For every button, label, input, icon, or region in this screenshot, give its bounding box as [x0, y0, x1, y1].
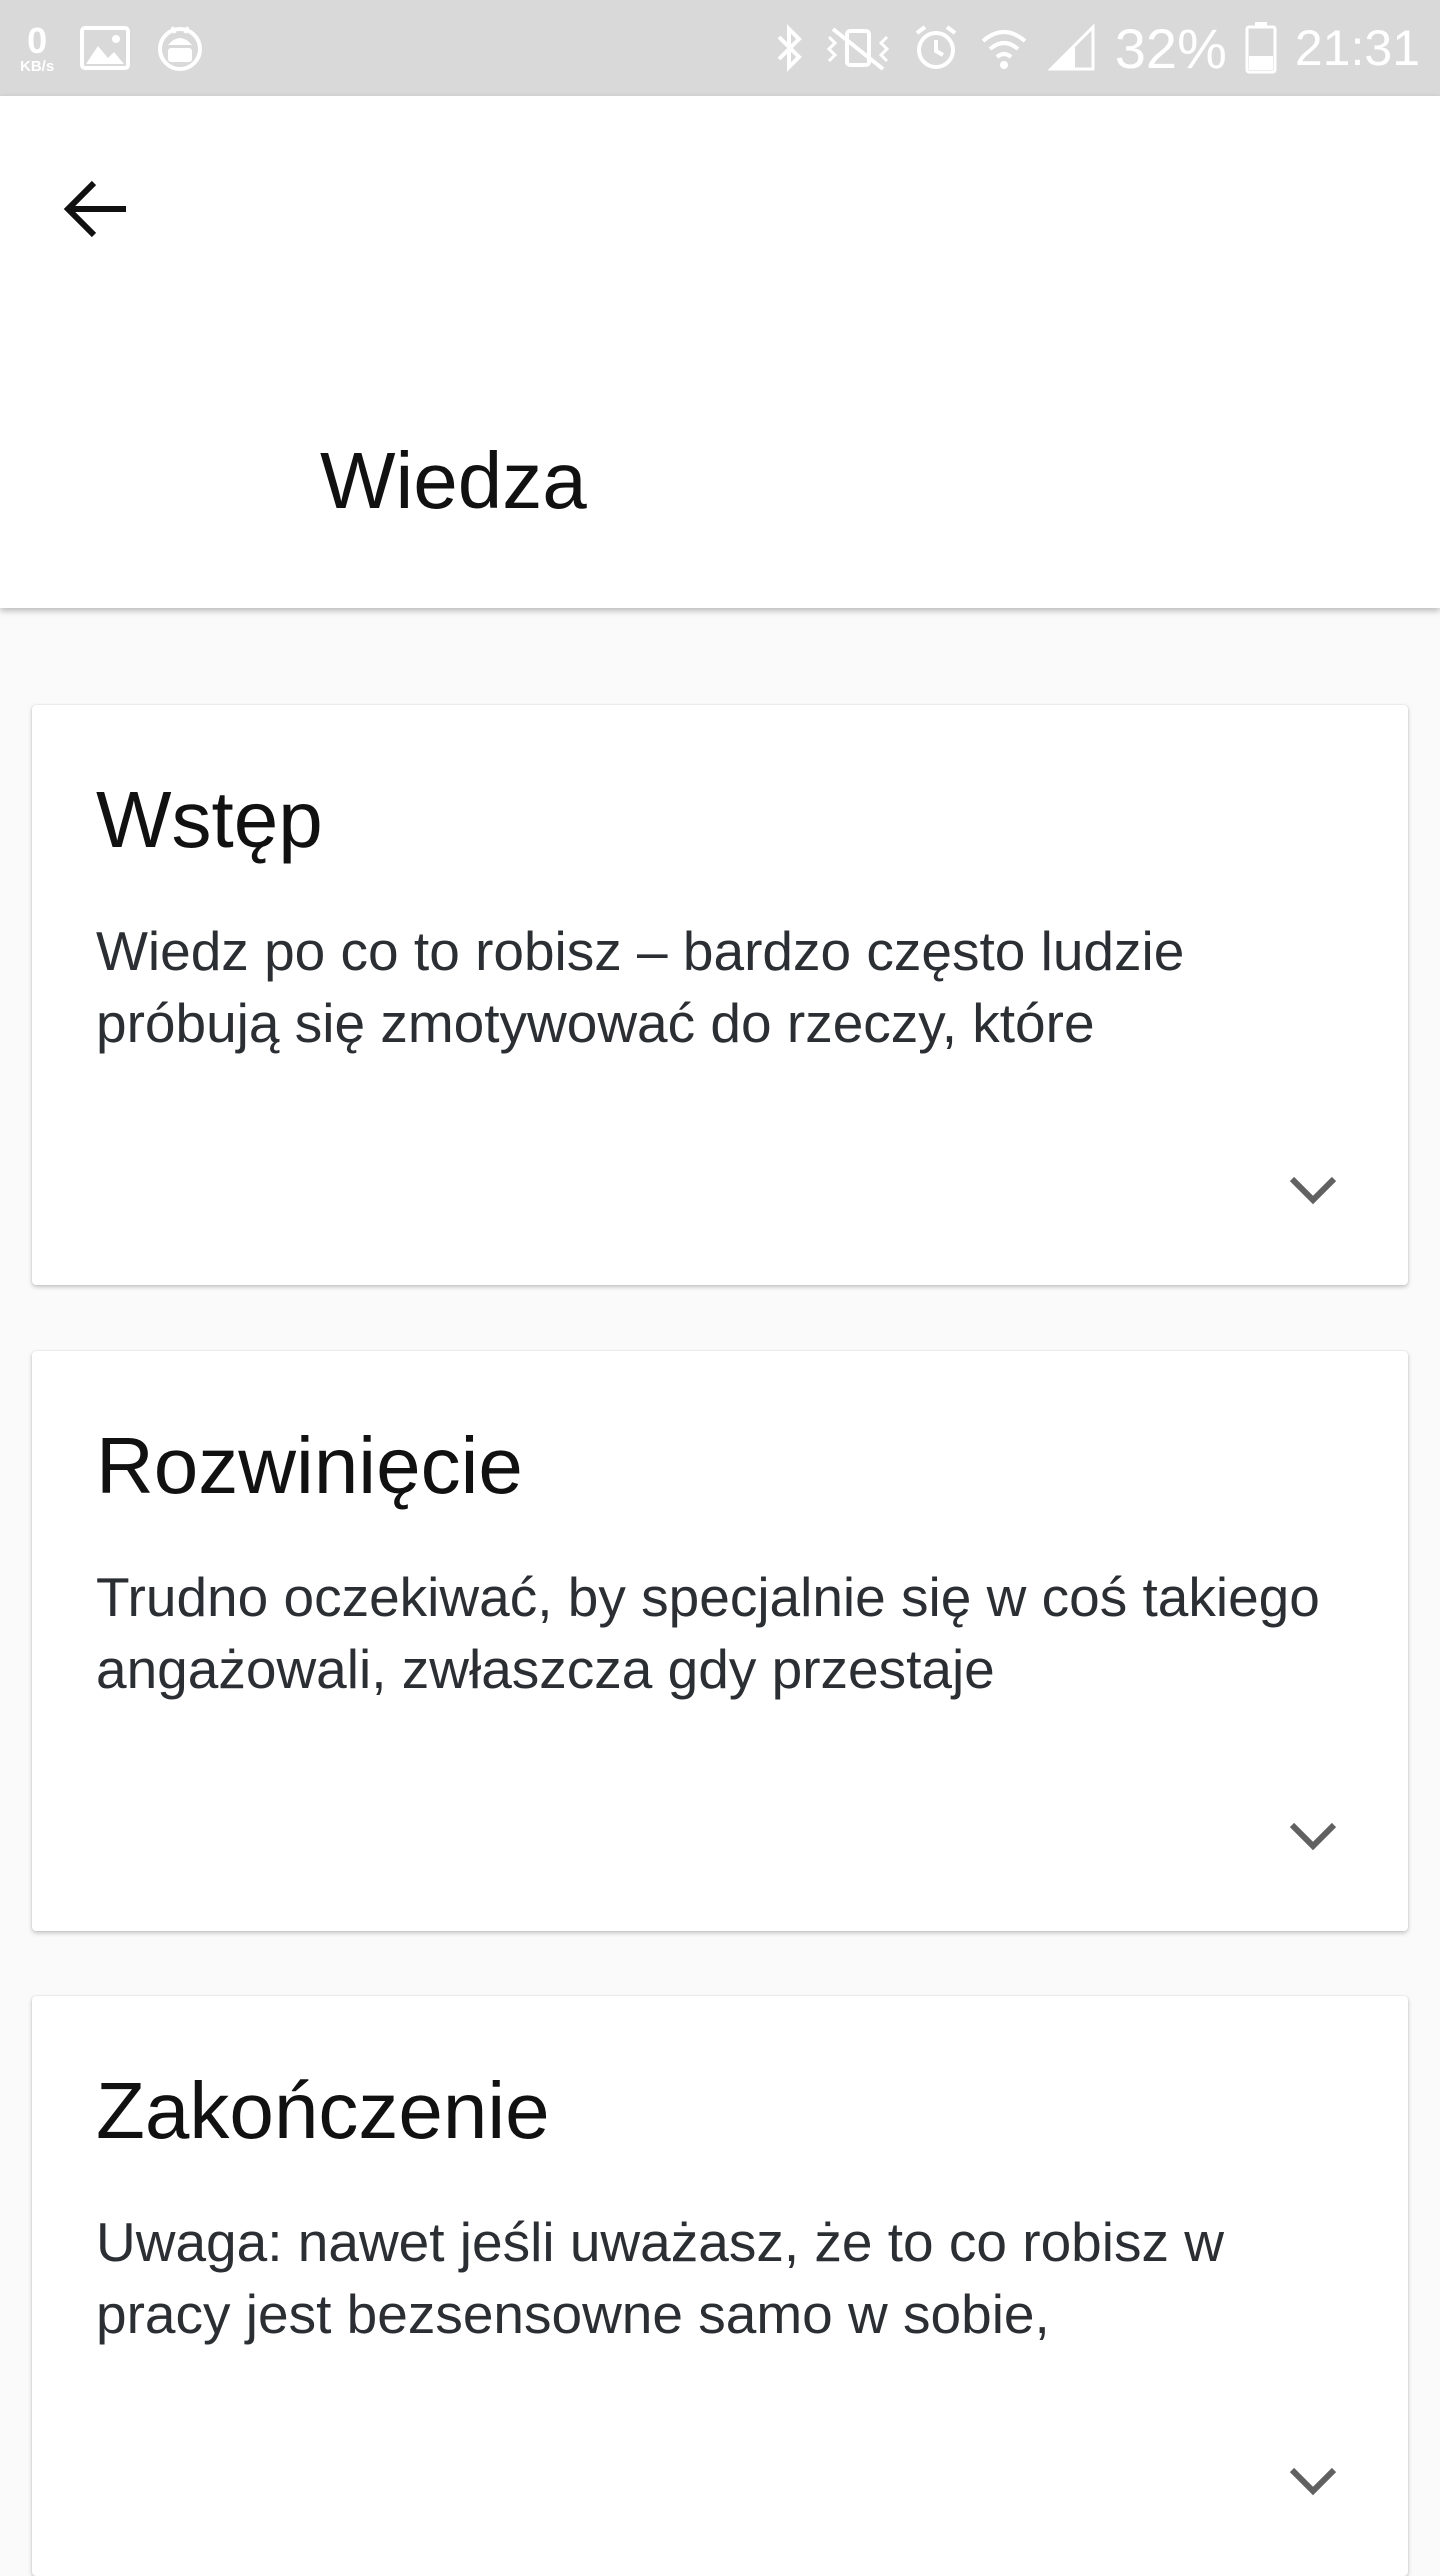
wifi-icon: [979, 23, 1029, 73]
network-speed-value: 0: [27, 19, 48, 61]
card-excerpt: Uwaga: nawet jeśli uważasz, że to co rob…: [96, 2211, 1224, 2345]
battery-icon: [1245, 22, 1277, 74]
card-title: Wstęp: [96, 775, 323, 864]
card-excerpt: Trudno oczekiwać, by specjalnie się w co…: [96, 1566, 1320, 1700]
bluetooth-icon: [775, 23, 805, 73]
battery-percentage: 32%: [1114, 16, 1227, 80]
back-button[interactable]: [50, 166, 140, 256]
chevron-down-icon[interactable]: [1288, 1173, 1338, 1205]
card-zakonczenie[interactable]: Zakończenie Uwaga: nawet jeśli uważasz, …: [32, 1996, 1408, 2576]
signal-icon: [1047, 23, 1097, 73]
arrow-left-icon: [62, 179, 128, 244]
network-speed-unit: KB/s: [20, 57, 55, 75]
page-title: Wiedza: [320, 436, 587, 525]
alarm-icon: [911, 23, 961, 73]
chevron-down-icon[interactable]: [1288, 1819, 1338, 1851]
gallery-icon: [80, 26, 131, 70]
android-debug-icon: [156, 23, 204, 73]
card-excerpt: Wiedz po co to robisz – bardzo często lu…: [96, 920, 1185, 1054]
chevron-down-icon[interactable]: [1288, 2464, 1338, 2496]
card-title: Rozwinięcie: [96, 1421, 523, 1510]
app-bar: Wiedza: [0, 96, 1440, 608]
status-bar-left: 0 KB/s: [20, 19, 204, 75]
vibrate-mute-icon: [823, 23, 893, 73]
card-rozwiniecie[interactable]: Rozwinięcie Trudno oczekiwać, by specjal…: [32, 1351, 1408, 1931]
card-wstep[interactable]: Wstęp Wiedz po co to robisz – bardzo czę…: [32, 705, 1408, 1285]
network-speed: 0 KB/s: [20, 19, 55, 75]
status-bar: 0 KB/s 32% 21:31: [0, 0, 1440, 96]
status-bar-right: 32% 21:31: [775, 16, 1420, 81]
card-title: Zakończenie: [96, 2066, 550, 2155]
clock: 21:31: [1294, 20, 1420, 76]
